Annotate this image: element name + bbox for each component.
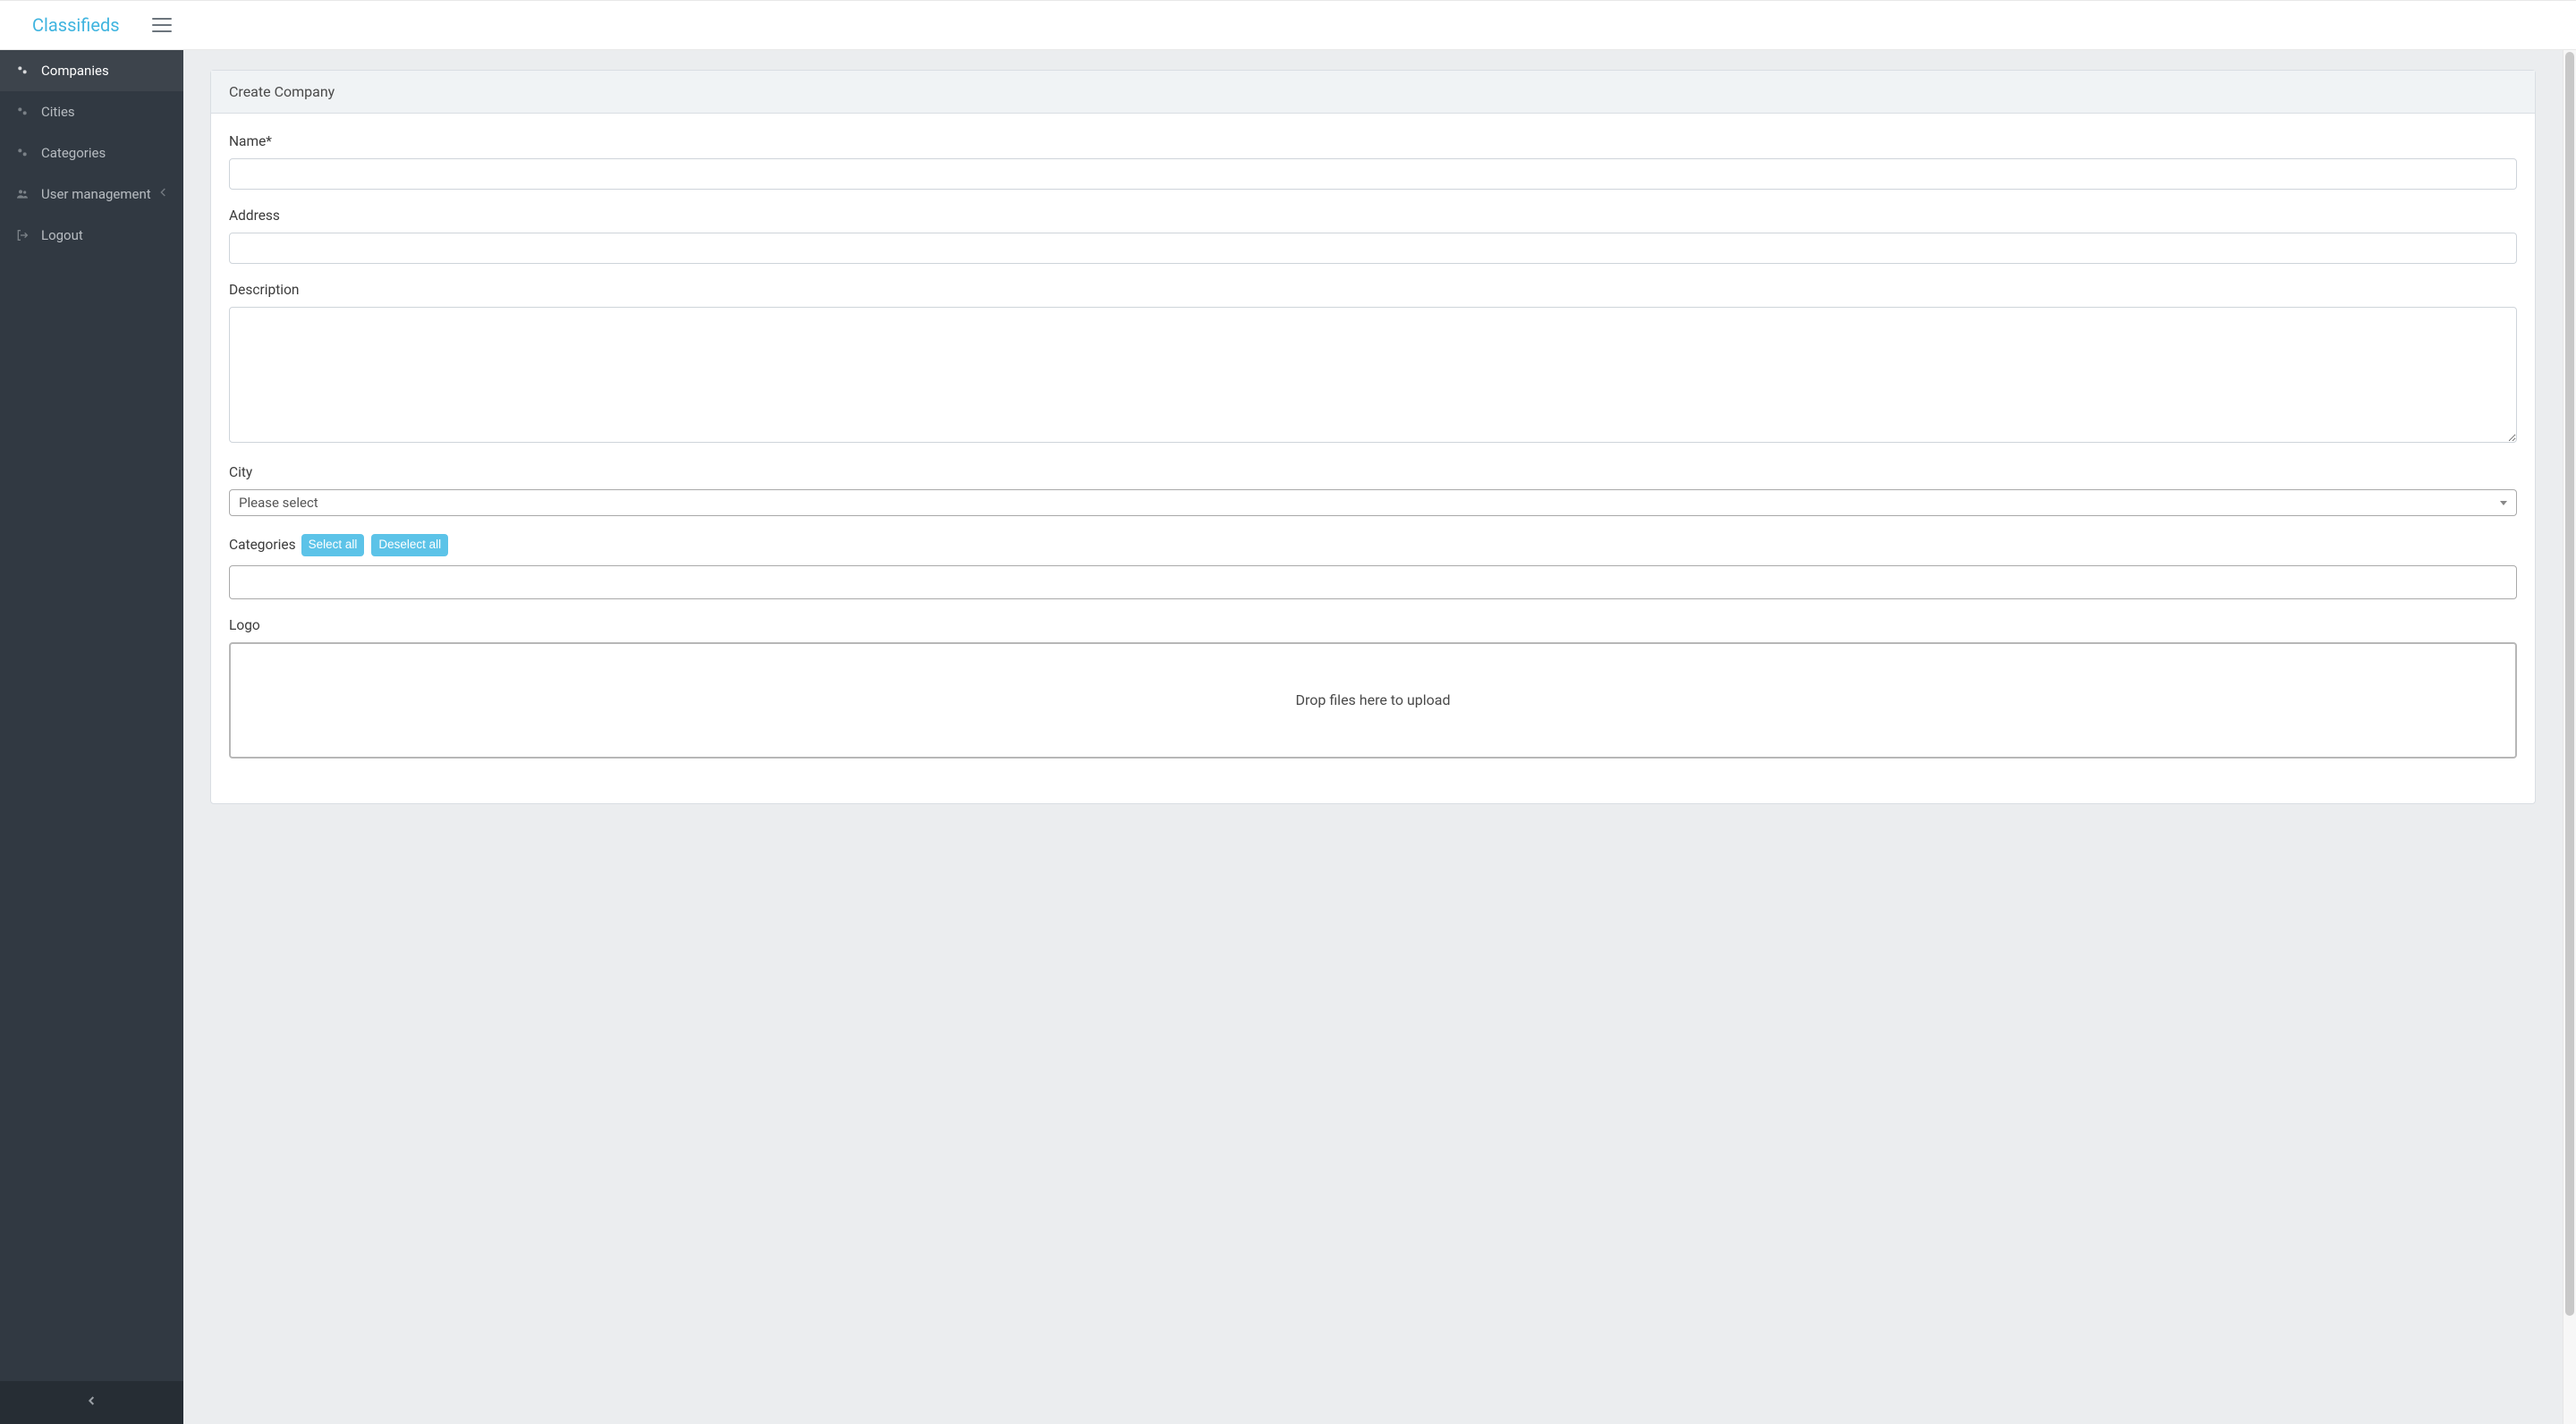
form-group-categories: Categories Select all Deselect all [229,534,2517,599]
main-content: Create Company Name* Address Description… [183,50,2563,1424]
cogs-icon [14,146,30,160]
navbar: Classifieds [0,0,2576,50]
cogs-icon [14,64,30,78]
sidebar-item-label: User management [41,186,151,202]
form-group-name: Name* [229,133,2517,190]
city-select[interactable]: Please select [229,489,2517,516]
logout-icon [14,228,30,242]
form-group-description: Description [229,282,2517,446]
create-company-card: Create Company Name* Address Description… [210,70,2536,804]
description-textarea[interactable] [229,307,2517,443]
description-label: Description [229,282,2517,298]
city-label: City [229,464,2517,480]
address-label: Address [229,208,2517,224]
sidebar-collapse-button[interactable] [0,1381,183,1424]
cogs-icon [14,105,30,119]
chevron-left-icon [157,185,171,203]
card-title: Create Company [211,71,2535,114]
sidebar-item-cities[interactable]: Cities [0,91,183,132]
sidebar-item-companies[interactable]: Companies [0,50,183,91]
sidebar: Companies Cities Categories User managem… [0,50,183,1424]
scrollbar-thumb[interactable] [2565,52,2574,1316]
deselect-all-button[interactable]: Deselect all [371,534,448,556]
dropzone-text: Drop files here to upload [1295,691,1450,708]
page-scrollbar[interactable] [2563,50,2576,1424]
hamburger-icon[interactable] [152,18,172,32]
brand-link[interactable]: Classifieds [32,14,120,36]
sidebar-item-label: Companies [41,63,109,79]
name-input[interactable] [229,158,2517,190]
form-group-logo: Logo Drop files here to upload [229,617,2517,759]
users-icon [14,187,30,201]
sidebar-item-label: Categories [41,145,106,161]
sidebar-item-categories[interactable]: Categories [0,132,183,174]
sidebar-item-label: Cities [41,104,75,120]
select-all-button[interactable]: Select all [301,534,365,556]
address-input[interactable] [229,233,2517,264]
caret-down-icon [2500,501,2507,505]
card-body: Name* Address Description City Please se… [211,114,2535,803]
categories-label: Categories [229,537,296,553]
layout-wrapper: Companies Cities Categories User managem… [0,50,2576,1424]
city-select-placeholder: Please select [239,495,318,511]
form-group-address: Address [229,208,2517,264]
categories-multiselect[interactable] [229,565,2517,599]
logo-dropzone[interactable]: Drop files here to upload [229,642,2517,759]
sidebar-nav: Companies Cities Categories User managem… [0,50,183,1381]
form-group-city: City Please select [229,464,2517,516]
sidebar-item-label: Logout [41,227,83,243]
chevron-left-icon [85,1394,99,1411]
sidebar-item-user-management[interactable]: User management [0,174,183,215]
logo-label: Logo [229,617,2517,633]
sidebar-item-logout[interactable]: Logout [0,215,183,256]
name-label: Name* [229,133,2517,149]
